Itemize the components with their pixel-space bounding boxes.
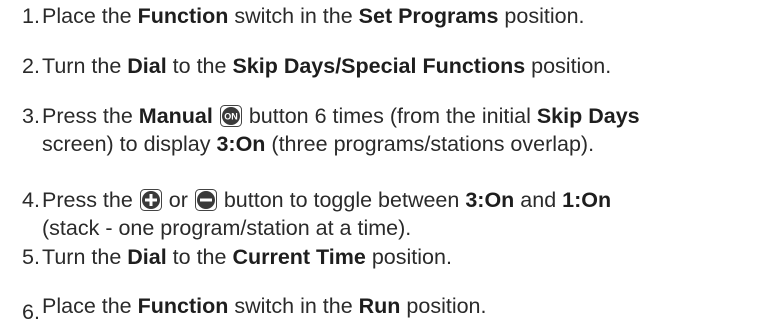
manual-on-button-icon: ON: [219, 105, 242, 127]
step-number: 5.: [22, 245, 40, 269]
step-text: Turn the Dial to the Current Time positi…: [42, 245, 452, 269]
step-6: 6.Place the Function switch in the Run p…: [22, 292, 487, 324]
manual-on-button-label: ON: [224, 112, 238, 122]
step-2: 2.Turn the Dial to the Skip Days/Special…: [22, 52, 611, 80]
step-text-continued: (stack - one program/station at a time).: [42, 216, 412, 240]
minus-button-icon: [194, 189, 217, 211]
step-1: 1.Place the Function switch in the Set P…: [22, 2, 585, 30]
step-number: 2.: [22, 54, 40, 78]
step-number: 3.: [22, 104, 40, 128]
step-number: 4.: [22, 188, 40, 212]
step-text: Place the Function switch in the Run pos…: [42, 294, 487, 318]
step-text: Place the Function switch in the Set Pro…: [42, 4, 585, 28]
step-number: 1.: [22, 4, 40, 28]
step-3: 3.Press the Manual ON button 6 times (fr…: [22, 102, 640, 158]
step-4: 4.Press the or button to toggle between …: [22, 186, 611, 242]
step-5: 5.Turn the Dial to the Current Time posi…: [22, 243, 452, 271]
step-text: Press the or button to toggle between 3:…: [42, 188, 612, 212]
step-text: Press the Manual ON button 6 times (from…: [42, 104, 640, 128]
step-number: 6.: [22, 300, 40, 324]
step-text-continued: screen) to display 3:On (three programs/…: [42, 132, 595, 156]
plus-button-icon: [139, 189, 162, 211]
step-text: Turn the Dial to the Skip Days/Special F…: [42, 54, 612, 78]
